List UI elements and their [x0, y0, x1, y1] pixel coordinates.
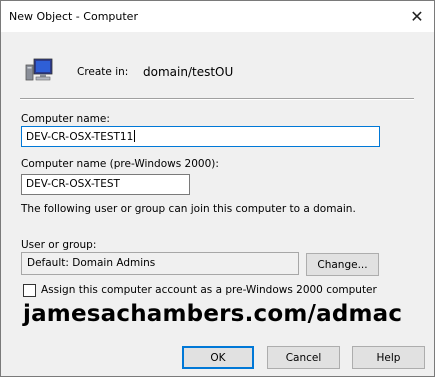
text-caret [134, 130, 136, 142]
cancel-button-label: Cancel [285, 351, 322, 364]
watermark-text: jamesachambers.com/admac [23, 301, 403, 327]
new-object-dialog: New Object - Computer ✕ Create in: domai… [0, 0, 435, 377]
change-button[interactable]: Change... [306, 253, 379, 276]
computer-name-field[interactable]: DEV-CR-OSX-TEST11 [21, 126, 380, 147]
pre2000-name-label: Computer name (pre-Windows 2000): [21, 158, 219, 170]
close-button[interactable]: ✕ [400, 1, 434, 32]
user-group-label: User or group: [21, 239, 97, 251]
assign-pre2000-checkbox[interactable] [23, 284, 36, 297]
help-button[interactable]: Help [352, 346, 425, 369]
create-in-row: Create in: domain/testOU [25, 57, 405, 87]
computer-name-value: DEV-CR-OSX-TEST11 [26, 131, 134, 143]
divider [20, 98, 414, 100]
help-button-label: Help [376, 351, 401, 364]
computer-icon [25, 58, 53, 81]
create-in-label: Create in: [77, 66, 129, 78]
pre2000-name-value: DEV-CR-OSX-TEST [26, 178, 120, 190]
cancel-button[interactable]: Cancel [267, 346, 340, 369]
close-icon: ✕ [410, 7, 424, 26]
create-in-value: domain/testOU [143, 65, 234, 79]
assign-pre2000-label: Assign this computer account as a pre-Wi… [41, 284, 377, 296]
window-title: New Object - Computer [9, 10, 138, 23]
ok-button[interactable]: OK [182, 346, 254, 369]
user-group-field: Default: Domain Admins [21, 252, 299, 275]
pre2000-name-field[interactable]: DEV-CR-OSX-TEST [21, 174, 190, 195]
title-bar: New Object - Computer ✕ [1, 1, 434, 32]
ok-button-label: OK [210, 351, 226, 364]
computer-name-label: Computer name: [21, 113, 110, 125]
change-button-label: Change... [317, 258, 368, 271]
user-group-value: Default: Domain Admins [27, 257, 156, 269]
join-info-text: The following user or group can join thi… [21, 203, 356, 215]
